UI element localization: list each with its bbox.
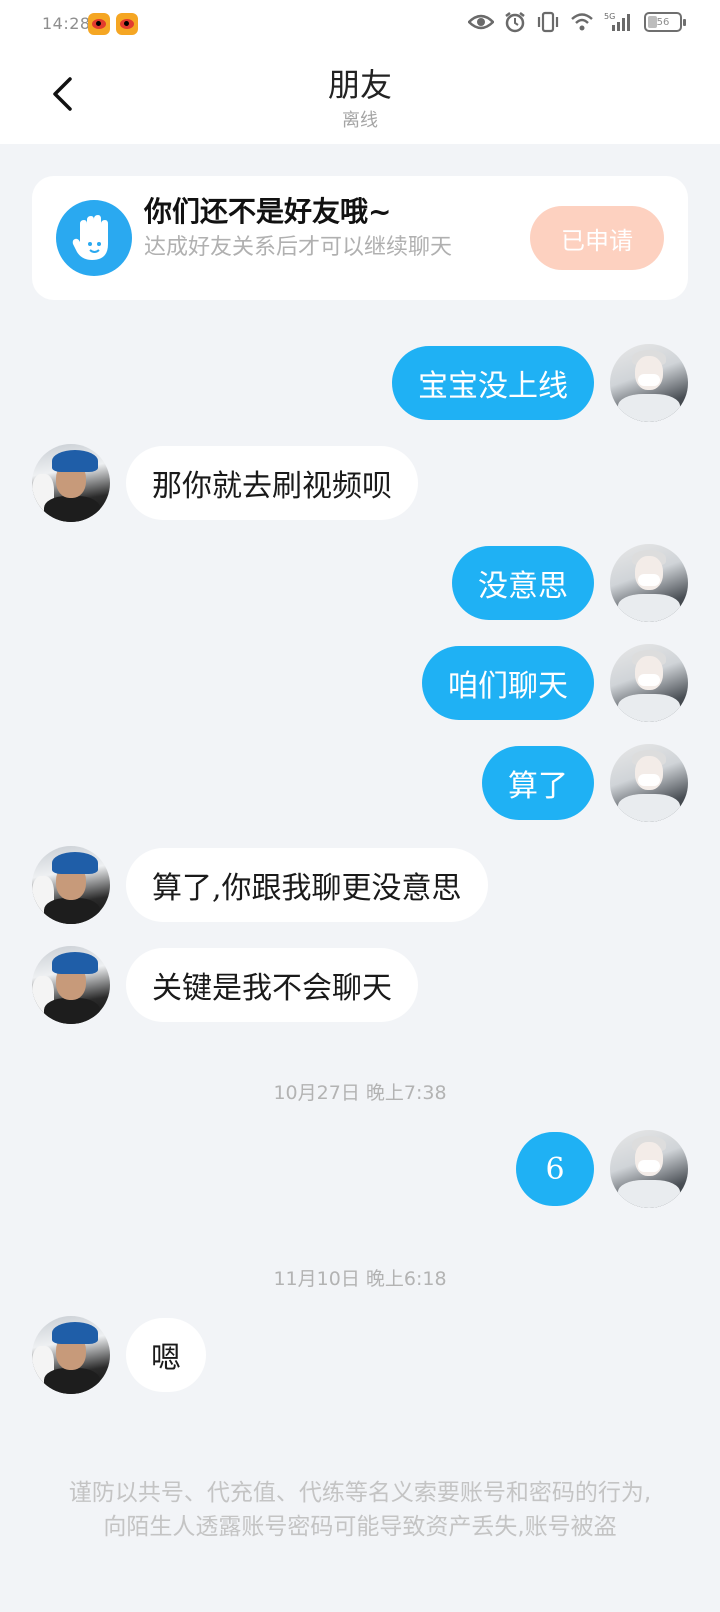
- hand-wave-icon: [56, 200, 132, 276]
- message-bubble[interactable]: 宝宝没上线: [392, 346, 594, 420]
- friend-avatar[interactable]: [32, 946, 110, 1024]
- battery-icon: 56: [644, 12, 686, 32]
- message-bubble[interactable]: 嗯: [126, 1318, 206, 1392]
- my-avatar[interactable]: [610, 344, 688, 422]
- security-warning: 谨防以共号、代充值、代练等名义索要账号和密码的行为,向陌生人透露账号密码可能导致…: [68, 1480, 652, 1540]
- message-bubble[interactable]: 咱们聊天: [422, 646, 594, 720]
- message-bubble[interactable]: 那你就去刷视频呗: [126, 446, 418, 520]
- card-title: 你们还不是好友哦~: [144, 195, 392, 228]
- applied-button[interactable]: 已申请: [530, 206, 664, 270]
- message-bubble[interactable]: 算了,你跟我聊更没意思: [126, 848, 488, 922]
- message-bubble[interactable]: 算了: [482, 746, 594, 820]
- svg-text:5G: 5G: [604, 12, 615, 21]
- alarm-icon: [505, 12, 525, 33]
- friend-avatar[interactable]: [32, 846, 110, 924]
- message-timestamp: 10月27日 晚上7:38: [273, 1082, 447, 1104]
- signal-icon: 5G: [604, 12, 630, 31]
- friend-avatar[interactable]: [32, 444, 110, 522]
- message-bubble[interactable]: 6: [516, 1132, 594, 1206]
- weibo-icon: [88, 13, 110, 35]
- my-avatar[interactable]: [610, 744, 688, 822]
- vibrate-icon: [537, 11, 559, 33]
- wifi-icon: [571, 13, 593, 31]
- not-friends-card: 你们还不是好友哦~ 达成好友关系后才可以继续聊天 已申请: [32, 176, 688, 300]
- chat-header: 朋友 离线: [0, 50, 720, 144]
- chat-title: 朋友: [327, 66, 392, 104]
- eye-icon: [468, 14, 494, 30]
- my-avatar[interactable]: [610, 1130, 688, 1208]
- battery-level: 56: [656, 16, 670, 28]
- chat-status: 离线: [342, 110, 378, 131]
- weibo-icon: [116, 13, 138, 35]
- status-time: 14:28: [42, 14, 91, 33]
- message-bubble[interactable]: 没意思: [452, 546, 594, 620]
- my-avatar[interactable]: [610, 644, 688, 722]
- status-bar: 14:28 5G 56: [0, 0, 720, 50]
- message-bubble[interactable]: 关键是我不会聊天: [126, 948, 418, 1022]
- message-timestamp: 11月10日 晚上6:18: [273, 1268, 447, 1290]
- card-description: 达成好友关系后才可以继续聊天: [144, 235, 453, 260]
- my-avatar[interactable]: [610, 544, 688, 622]
- friend-avatar[interactable]: [32, 1316, 110, 1394]
